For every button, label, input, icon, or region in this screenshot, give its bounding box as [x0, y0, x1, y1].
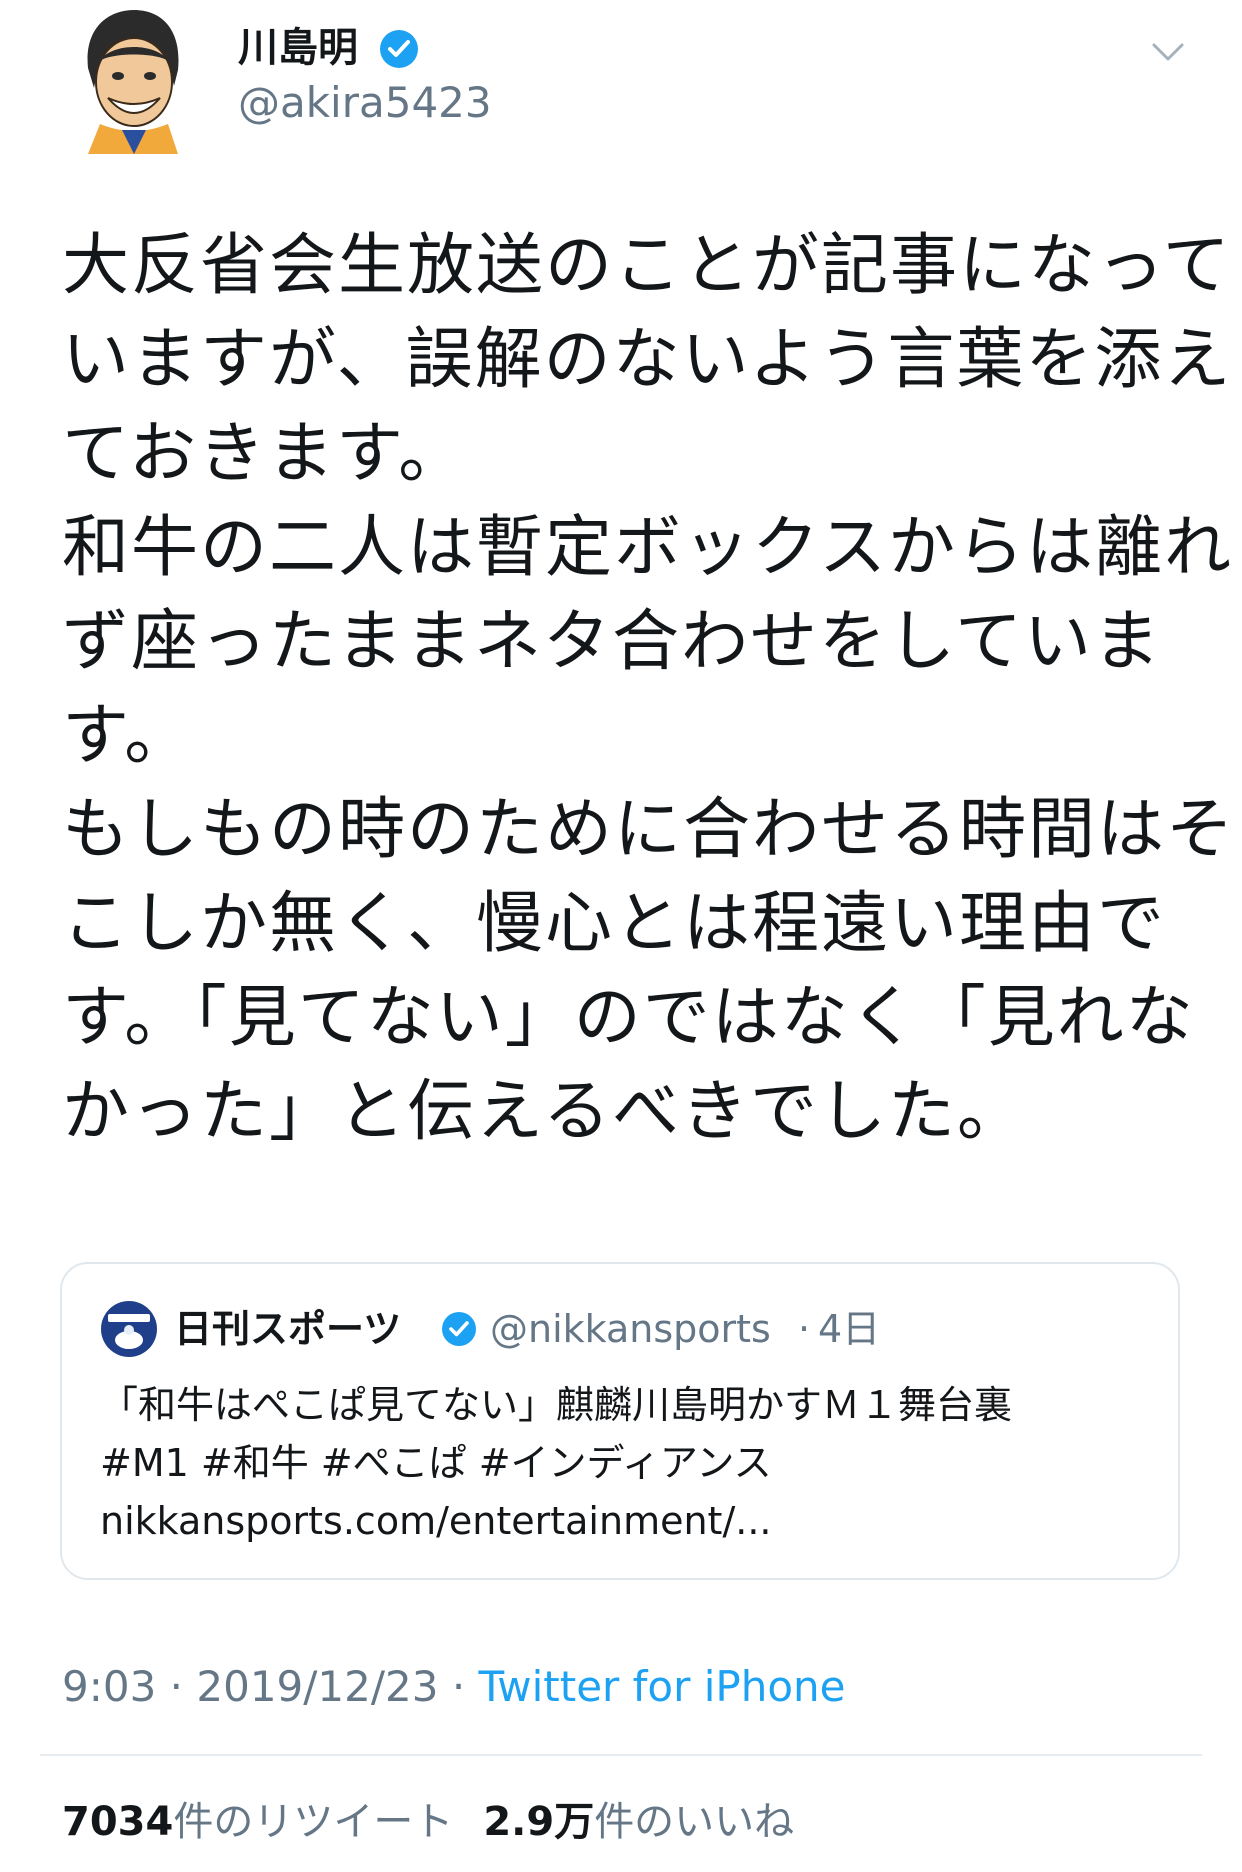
tweet-line: ず座ったままネタ合わせをしていま	[62, 602, 1162, 680]
tweet-meta: 9:03 · 2019/12/23 · Twitter for iPhone	[62, 1660, 846, 1714]
quote-avatar[interactable]	[100, 1300, 158, 1358]
author-avatar[interactable]	[78, 6, 188, 154]
divider	[40, 1754, 1202, 1756]
quote-line: 「和牛はぺこぱ見てない」麒麟川島明かすＭ１舞台裏	[100, 1383, 1013, 1427]
quote-text: 「和牛はぺこぱ見てない」麒麟川島明かすＭ１舞台裏 #M1 #和牛 #ぺこぱ #イ…	[100, 1376, 1160, 1550]
verified-badge-icon	[440, 1310, 478, 1348]
tweet-line: こしか無く、慢心とは程遠い理由で	[62, 884, 1166, 962]
tweet-line: 大反省会生放送のことが記事になって	[62, 226, 1232, 304]
tweet-text: 大反省会生放送のことが記事になって いますが、誤解のないよう言葉を添え ておきま…	[62, 218, 1235, 1158]
meta-separator: ·	[438, 1662, 479, 1711]
author-name[interactable]: 川島明	[238, 24, 358, 72]
tweet-line: 和牛の二人は暫定ボックスからは離れ	[62, 508, 1233, 586]
author-handle[interactable]: @akira5423	[238, 78, 492, 128]
retweet-label: 件のリツイート	[173, 1799, 454, 1845]
quote-separator: ·	[798, 1307, 811, 1351]
tweet-line: す。「見てない」のではなく「見れな	[62, 978, 1195, 1056]
quoted-tweet-card[interactable]: 日刊スポーツ @nikkansports · 4日 「和牛はぺこぱ見てない」麒麟…	[60, 1262, 1180, 1580]
tweet-line: かった」と伝えるべきでした。	[62, 1072, 1026, 1150]
verified-badge-icon	[378, 28, 420, 70]
quote-hashtags[interactable]: #M1 #和牛 #ぺこぱ #インディアンス	[100, 1434, 1160, 1492]
tweet-line: ておきます。	[62, 414, 468, 492]
quote-author-handle[interactable]: @nikkansports	[490, 1302, 771, 1356]
quote-link[interactable]: nikkansports.com/entertainment/...	[100, 1492, 1160, 1550]
like-count: 2.9万	[483, 1799, 595, 1845]
chevron-down-icon[interactable]	[1150, 40, 1186, 64]
tweet-date: 2019/12/23	[196, 1662, 439, 1711]
meta-separator: ·	[156, 1662, 197, 1711]
retweet-count: 7034	[62, 1799, 174, 1845]
tweet-source-link[interactable]: Twitter for iPhone	[479, 1662, 846, 1711]
tweet-time: 9:03	[62, 1662, 157, 1711]
quote-author-name[interactable]: 日刊スポーツ	[174, 1302, 401, 1356]
tweet-line: もしもの時のために合わせる時間はそ	[62, 790, 1235, 868]
like-stat[interactable]: 2.9万件のいいね	[483, 1799, 794, 1845]
tweet-line: す。	[62, 696, 194, 774]
quote-timestamp: 4日	[818, 1307, 881, 1351]
retweet-stat[interactable]: 7034件のリツイート	[62, 1799, 453, 1845]
tweet-stats: 7034件のリツイート 2.9万件のいいね	[62, 1796, 794, 1848]
like-label: 件のいいね	[594, 1799, 795, 1845]
tweet-line: いますが、誤解のないよう言葉を添え	[62, 320, 1233, 398]
tweet-header: 川島明 @akira5423	[0, 0, 1242, 170]
